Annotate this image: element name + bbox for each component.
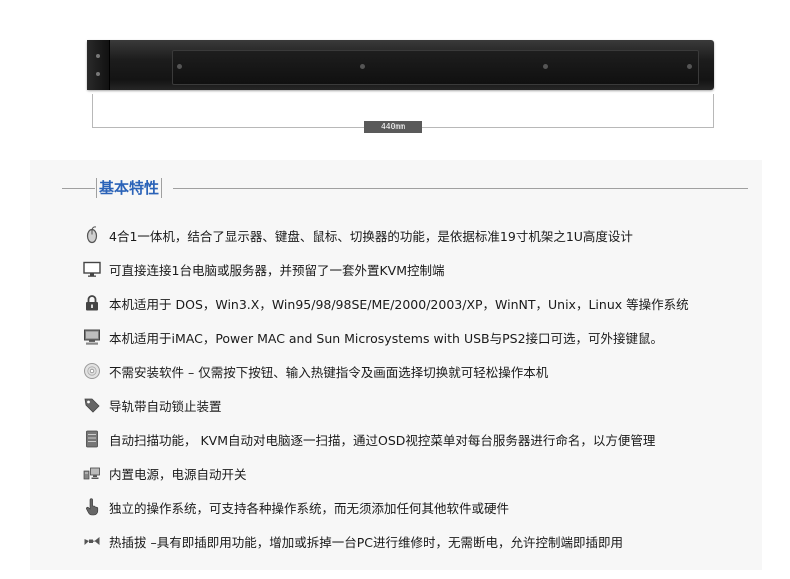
- feature-text: 自动扫描功能， KVM自动对电脑逐一扫描，通过OSD视控菜单对每台服务器进行命名…: [109, 432, 656, 448]
- feature-text: 导轨带自动锁止装置: [109, 398, 222, 414]
- computer-icon: [82, 327, 102, 347]
- feature-text: 4合1一体机，结合了显示器、键盘、鼠标、切换器的功能，是依据标准19寸机架之1U…: [109, 228, 633, 244]
- network-icon: [82, 463, 102, 483]
- feature-text: 内置电源，电源自动开关: [109, 466, 247, 482]
- panel-screw: [360, 64, 365, 69]
- panel-screw: [177, 64, 182, 69]
- product-photo: 440mm: [0, 0, 790, 140]
- feature-text: 可直接连接1台电脑或服务器，并预留了一套外置KVM控制端: [109, 262, 445, 278]
- dimension-tick-left: [92, 94, 93, 128]
- list-item: 热插拔 –具有即插即用功能，增加或拆掉一台PC进行维修时，无需断电，允许控制端即…: [82, 524, 762, 558]
- rack-ear: [87, 40, 110, 90]
- hand-icon: [82, 497, 102, 517]
- screw: [96, 54, 100, 58]
- screw: [96, 72, 100, 76]
- feature-text: 本机适用于iMAC，Power MAC and Sun Microsystems…: [109, 330, 664, 346]
- dimension-label: 440mm: [364, 121, 422, 133]
- features-section: 基本特性 4合1一体机，结合了显示器、键盘、鼠标、切换器的功能，是依据标准19寸…: [30, 160, 762, 570]
- lock-icon: [82, 293, 102, 313]
- feature-text: 热插拔 –具有即插即用功能，增加或拆掉一台PC进行维修时，无需断电，允许控制端即…: [109, 534, 623, 550]
- plug-icon: [82, 531, 102, 551]
- header-rule-left: [62, 188, 95, 189]
- list-item: 本机适用于 DOS，Win3.X，Win95/98/98SE/ME/2000/2…: [82, 286, 762, 320]
- dimension-tick-right: [713, 94, 714, 128]
- panel-screw: [687, 64, 692, 69]
- list-item: 本机适用于iMAC，Power MAC and Sun Microsystems…: [82, 320, 762, 354]
- section-title: 基本特性: [96, 178, 163, 198]
- list-item: 导轨带自动锁止装置: [82, 388, 762, 422]
- feature-text: 独立的操作系统，可支持各种操作系统，而无须添加任何其他软件或硬件: [109, 500, 510, 516]
- feature-text: 不需安装软件 – 仅需按下按钮、输入热键指令及画面选择切换就可轻松操作本机: [109, 364, 549, 380]
- list-item: 4合1一体机，结合了显示器、键盘、鼠标、切换器的功能，是依据标准19寸机架之1U…: [82, 218, 762, 252]
- tag-icon: [82, 395, 102, 415]
- panel-screw: [543, 64, 548, 69]
- server-icon: [82, 429, 102, 449]
- section-header: 基本特性: [62, 178, 748, 200]
- feature-list: 4合1一体机，结合了显示器、键盘、鼠标、切换器的功能，是依据标准19寸机架之1U…: [82, 218, 762, 558]
- front-panel: [172, 50, 699, 85]
- list-item: 独立的操作系统，可支持各种操作系统，而无须添加任何其他软件或硬件: [82, 490, 762, 524]
- header-rule-right: [173, 188, 748, 189]
- mouse-icon: [82, 225, 102, 245]
- list-item: 不需安装软件 – 仅需按下按钮、输入热键指令及画面选择切换就可轻松操作本机: [82, 354, 762, 388]
- monitor-icon: [82, 259, 102, 279]
- list-item: 自动扫描功能， KVM自动对电脑逐一扫描，通过OSD视控菜单对每台服务器进行命名…: [82, 422, 762, 456]
- disc-icon: [82, 361, 102, 381]
- list-item: 内置电源，电源自动开关: [82, 456, 762, 490]
- kvm-chassis: [87, 40, 714, 90]
- list-item: 可直接连接1台电脑或服务器，并预留了一套外置KVM控制端: [82, 252, 762, 286]
- feature-text: 本机适用于 DOS，Win3.X，Win95/98/98SE/ME/2000/2…: [109, 296, 689, 312]
